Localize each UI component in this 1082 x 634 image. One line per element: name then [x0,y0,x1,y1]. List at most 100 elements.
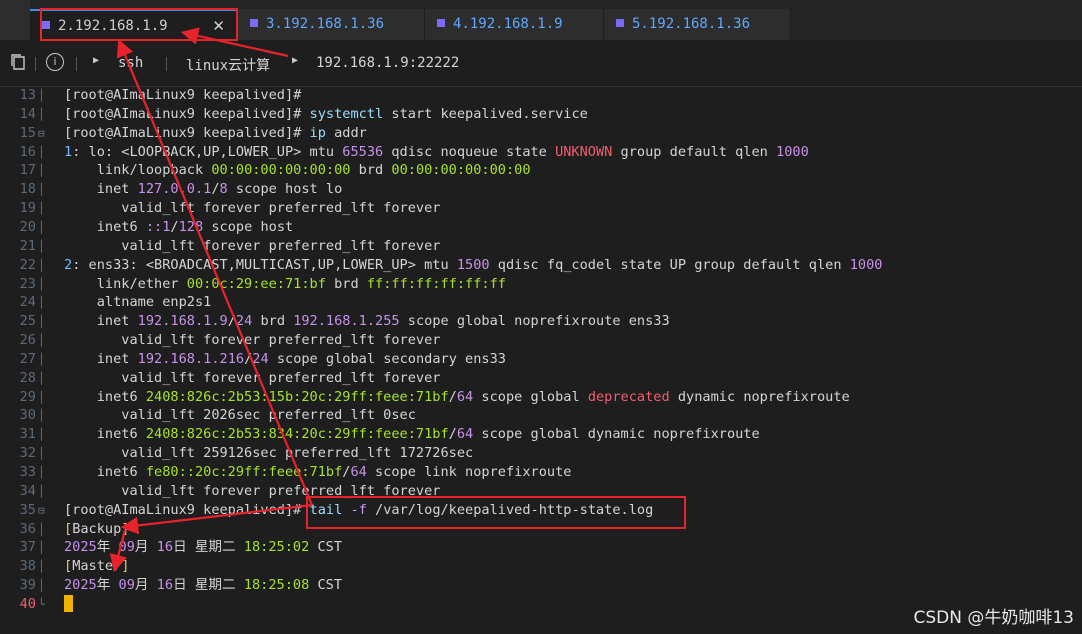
tab-session-3[interactable]: 3.192.168.1.36 [238,9,425,40]
terminal-line: 35 ⊟ [root@AImaLinux9 keepalived]# tail -f… [0,501,1082,520]
terminal-line: 27 │ inet 192.168.1.216/24 scope global s… [0,350,1082,369]
terminal-line-text: inet 192.168.1.9/24 brd 192.168.1.255 sc… [64,313,670,330]
terminal-line-text: [root@AImaLinux9 keepalived]# tail -f /v… [64,501,654,518]
tab-bar-spacer [0,0,30,40]
terminal-line: 37 │ 2025年 09月 16日 星期二 18:25:02 CST [0,538,1082,557]
fold-end-icon: └ [38,597,45,611]
line-number: 34 [19,482,36,499]
terminal-line: 39 │ 2025年 09月 16日 星期二 18:25:08 CST [0,576,1082,595]
line-number: 15 [19,124,36,141]
tab-session-5[interactable]: 5.192.168.1.36 [604,9,791,40]
terminal-line-text: inet 192.168.1.216/24 scope global secon… [64,350,506,367]
fold-guide-icon: │ [38,334,45,348]
terminal-line-text: valid_lft forever preferred_lft forever [64,482,441,499]
line-number: 32 [19,445,36,462]
line-number: 36 [19,520,36,537]
fold-guide-icon: │ [38,522,45,536]
terminal-line-text: 2025年 09月 16日 星期二 18:25:02 CST [64,539,343,556]
info-icon[interactable]: i [46,53,64,71]
terminal-line-text: valid_lft forever preferred_lft forever [64,369,441,386]
terminal-line-text: 1: lo: <LOOPBACK,UP,LOWER_UP> mtu 65536 … [64,143,809,160]
divider [35,57,36,71]
line-number: 22 [19,256,36,273]
line-number: 21 [19,237,36,254]
breadcrumb-item-host[interactable]: 192.168.1.9:22222 [316,55,459,71]
session-icon [42,21,50,29]
tab-label: 5.192.168.1.36 [632,16,751,32]
fold-guide-icon: │ [38,239,45,253]
terminal-line-text: valid_lft forever preferred_lft forever [64,200,441,217]
chevron-right-icon: ▶ [292,55,299,66]
terminal-line-text: 2: ens33: <BROADCAST,MULTICAST,UP,LOWER_… [64,256,883,273]
terminal-line: 13 │ [root@AImaLinux9 keepalived]# [0,86,1082,105]
terminal-line-text: link/ether 00:0c:29:ee:71:bf brd ff:ff:f… [64,275,506,292]
terminal-line: 16 │ 1: lo: <LOOPBACK,UP,LOWER_UP> mtu 655… [0,143,1082,162]
fold-guide-icon: │ [38,107,45,121]
close-icon[interactable]: ✕ [212,11,225,42]
terminal-line-text: inet6 ::1/128 scope host [64,218,294,235]
terminal-line: 20 │ inet6 ::1/128 scope host [0,218,1082,237]
divider [76,57,77,71]
line-number: 37 [19,539,36,556]
fold-guide-icon: │ [38,164,45,178]
line-number: 39 [19,577,36,594]
terminal-line: 18 │ inet 127.0.0.1/8 scope host lo [0,180,1082,199]
fold-guide-icon: │ [38,296,45,310]
tab-session-4[interactable]: 4.192.168.1.9 [425,9,604,40]
terminal-line: 32 │ valid_lft 259126sec preferred_lft 17… [0,444,1082,463]
fold-guide-icon: │ [38,484,45,498]
fold-guide-icon: │ [38,560,45,574]
watermark: CSDN @牛奶咖啡13 [913,608,1074,628]
terminal-line: 14 │ [root@AImaLinux9 keepalived]# systemc… [0,105,1082,124]
line-number: 14 [19,105,36,122]
line-number: 16 [19,143,36,160]
terminal-line: 36 │ [Backup] [0,520,1082,539]
terminal-line: 21 │ valid_lft forever preferred_lft fore… [0,237,1082,256]
terminal-line: 24 │ altname enp2s1 [0,293,1082,312]
breadcrumb-item-group[interactable]: linux云计算 [186,55,270,75]
fold-guide-icon: │ [38,541,45,555]
fold-guide-icon: │ [38,183,45,197]
line-number: 13 [19,87,36,103]
fold-guide-icon: │ [38,202,45,216]
terminal-line: 30 │ valid_lft 2026sec preferred_lft 0sec [0,406,1082,425]
terminal-line: 22 │ 2: ens33: <BROADCAST,MULTICAST,UP,LOW… [0,256,1082,275]
terminal-line: 38 │ [Master] [0,557,1082,576]
line-number: 29 [19,388,36,405]
line-number: 18 [19,181,36,198]
session-icon [437,19,445,27]
line-number: 30 [19,407,36,424]
terminal-app-window: 2.192.168.1.9 ✕ 3.192.168.1.36 4.192.168… [0,0,1082,634]
line-number: 25 [19,313,36,330]
tab-session-2[interactable]: 2.192.168.1.9 ✕ [30,9,238,40]
fold-guide-icon: │ [38,277,45,291]
fold-guide-icon: │ [38,315,45,329]
tab-bar: 2.192.168.1.9 ✕ 3.192.168.1.36 4.192.168… [0,0,1082,40]
duplicate-session-icon[interactable] [10,53,26,71]
fold-guide-icon: │ [38,89,45,102]
terminal-line: 26 │ valid_lft forever preferred_lft fore… [0,331,1082,350]
terminal-output[interactable]: 13 │ [root@AImaLinux9 keepalived]# 14 │ [root… [0,86,1082,634]
divider [166,57,167,71]
line-number: 28 [19,369,36,386]
terminal-line: 33 │ inet6 fe80::20c:29ff:feee:71bf/64 sc… [0,463,1082,482]
fold-guide-icon: │ [38,220,45,234]
terminal-line: 25 │ inet 192.168.1.9/24 brd 192.168.1.25… [0,312,1082,331]
line-number: 35 [19,501,36,518]
tab-label: 4.192.168.1.9 [453,16,563,32]
session-icon [616,19,624,27]
breadcrumb-item-protocol[interactable]: ssh [118,55,143,71]
terminal-line: 28 │ valid_lft forever preferred_lft fore… [0,369,1082,388]
fold-icon[interactable]: ⊟ [38,501,45,520]
breadcrumb: i ▶ ssh linux云计算 ▶ 192.168.1.9:22222 [0,40,1082,87]
fold-guide-icon: │ [38,258,45,272]
line-number: 31 [19,426,36,443]
terminal-line-text: valid_lft forever preferred_lft forever [64,237,441,254]
fold-icon[interactable]: ⊟ [38,124,45,143]
terminal-line-text: valid_lft forever preferred_lft forever [64,332,441,349]
fold-guide-icon: │ [38,447,45,461]
chevron-right-icon: ▶ [93,55,100,66]
terminal-line: 29 │ inet6 2408:826c:2b53:15b:20c:29ff:fe… [0,388,1082,407]
fold-guide-icon: │ [38,352,45,366]
line-number: 24 [19,294,36,311]
